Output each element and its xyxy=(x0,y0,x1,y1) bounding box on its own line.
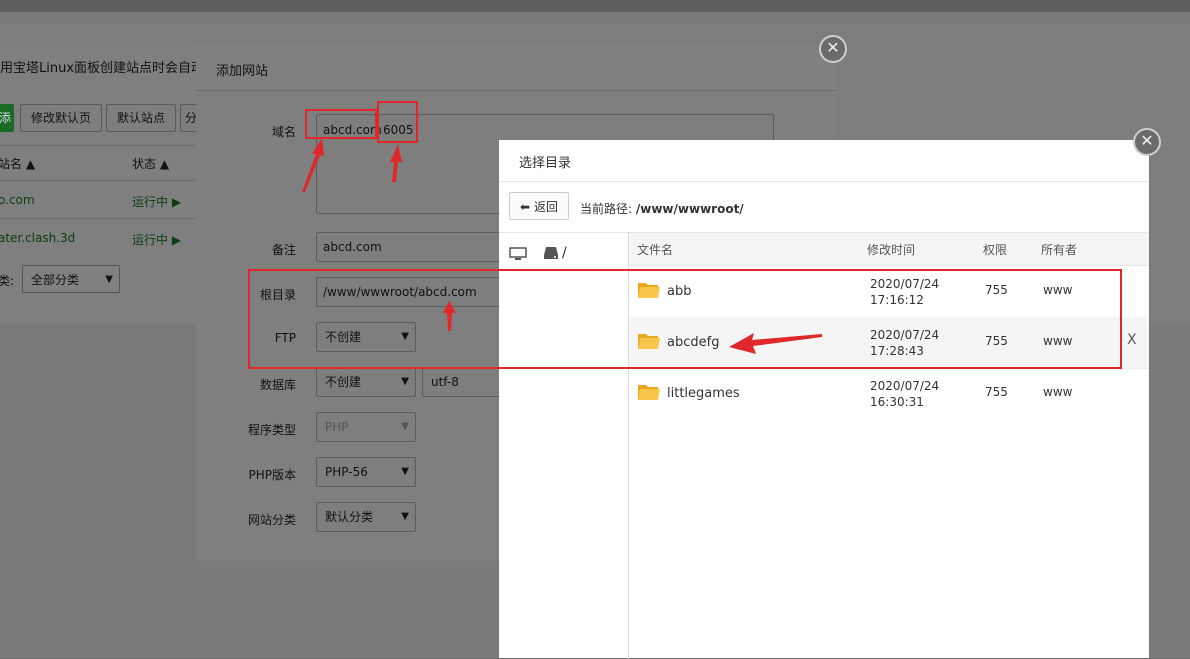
arrow-domain xyxy=(302,138,324,192)
arrow-port xyxy=(390,144,402,182)
arrow-root-dir xyxy=(443,301,456,331)
arrow-folder xyxy=(729,333,822,354)
annotation-arrows xyxy=(302,138,822,354)
